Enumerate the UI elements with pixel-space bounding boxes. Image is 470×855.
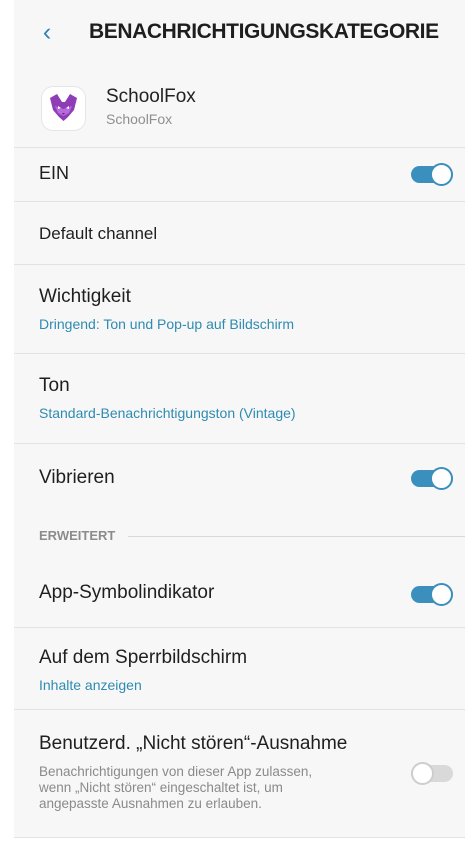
app-package-label: SchoolFox	[106, 111, 173, 127]
chevron-left-icon: ‹	[42, 17, 52, 46]
badge-toggle-switch[interactable]	[411, 583, 453, 606]
channel-label: Default channel	[39, 224, 158, 243]
vibrate-label: Vibrieren	[39, 467, 115, 488]
top-bar: ‹ BENACHRICHTIGUNGSKATEGORIE	[14, 0, 465, 66]
master-toggle-row[interactable]: EIN	[14, 147, 465, 201]
lockscreen-value: Inhalte anzeigen	[39, 677, 142, 693]
app-name: SchoolFox	[106, 86, 196, 107]
importance-row[interactable]: Wichtigkeit Dringend: Ton und Pop-up auf…	[14, 264, 465, 353]
toggle-thumb	[430, 583, 453, 606]
dnd-exception-row[interactable]: Benutzerd. „Nicht stören“-Ausnahme Benac…	[14, 709, 465, 837]
lockscreen-label: Auf dem Sperrbildschirm	[39, 647, 248, 668]
vibrate-toggle-switch[interactable]	[411, 467, 453, 490]
toggle-thumb	[430, 163, 453, 186]
dnd-exception-description-line-1: Benachrichtigungen von dieser App zulass…	[39, 764, 313, 779]
lockscreen-row[interactable]: Auf dem Sperrbildschirm Inhalte anzeigen	[14, 627, 465, 709]
notification-category-screen: ‹ BENACHRICHTIGUNGSKATEGORIE SchoolFox S…	[0, 0, 470, 855]
divider	[14, 837, 465, 838]
toggle-thumb	[430, 467, 453, 490]
master-toggle-switch[interactable]	[411, 163, 453, 186]
badge-label: App-Symbolindikator	[39, 582, 215, 603]
section-header-advanced: ERWEITERT	[39, 528, 116, 543]
section-divider	[128, 536, 465, 537]
dnd-exception-toggle-switch[interactable]	[411, 762, 453, 785]
vibrate-row[interactable]: Vibrieren	[14, 443, 465, 512]
master-toggle-label: EIN	[39, 163, 70, 183]
importance-label: Wichtigkeit	[39, 286, 131, 307]
channel-row: Default channel	[14, 201, 465, 264]
sound-value: Standard-Benachrichtigungston (Vintage)	[39, 405, 296, 421]
app-info-row[interactable]: SchoolFox SchoolFox	[14, 66, 465, 147]
importance-value: Dringend: Ton und Pop-up auf Bildschirm	[39, 316, 295, 332]
dnd-exception-description-line-3: angepasste Ausnahmen zu erlauben.	[39, 796, 262, 811]
schoolfox-logo-icon	[41, 86, 86, 131]
toggle-thumb	[411, 762, 434, 785]
page-title: BENACHRICHTIGUNGSKATEGORIE	[89, 20, 439, 43]
badge-row[interactable]: App-Symbolindikator	[14, 560, 465, 627]
dnd-exception-label: Benutzerd. „Nicht stören“-Ausnahme	[39, 733, 348, 754]
sound-row[interactable]: Ton Standard-Benachrichtigungston (Vinta…	[14, 353, 465, 443]
sound-label: Ton	[39, 375, 70, 396]
dnd-exception-description-line-2: wenn „Nicht stören“ eingeschaltet ist, u…	[39, 780, 283, 795]
back-button[interactable]: ‹	[38, 17, 56, 46]
